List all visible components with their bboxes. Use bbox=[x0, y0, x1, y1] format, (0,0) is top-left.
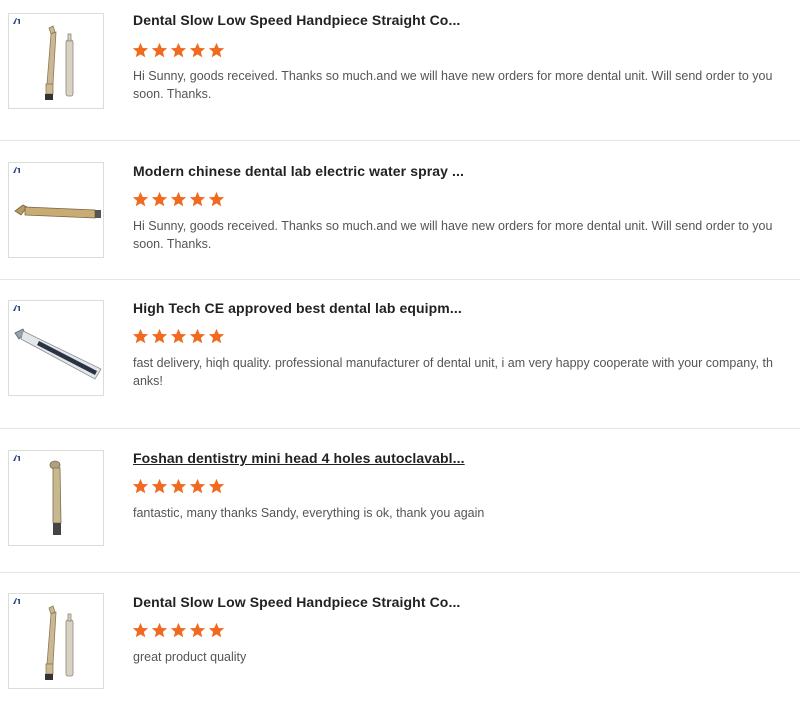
product-title-link[interactable]: Dental Slow Low Speed Handpiece Straight… bbox=[133, 594, 460, 610]
product-image[interactable] bbox=[8, 300, 104, 396]
review-item: High Tech CE approved best dental lab eq… bbox=[0, 280, 800, 428]
product-image[interactable] bbox=[8, 162, 104, 258]
star-icon bbox=[170, 622, 187, 638]
star-icon bbox=[132, 622, 149, 638]
review-item: Foshan dentistry mini head 4 holes autoc… bbox=[0, 429, 800, 572]
review-comment: Hi Sunny, goods received. Thanks so much… bbox=[133, 69, 773, 101]
slow-speed-handpiece-set-image bbox=[45, 605, 74, 680]
star-icon bbox=[132, 191, 149, 207]
star-icon bbox=[132, 328, 149, 344]
star-rating bbox=[132, 478, 225, 495]
star-rating bbox=[132, 42, 225, 59]
product-image[interactable] bbox=[8, 593, 104, 689]
product-image[interactable] bbox=[8, 450, 104, 546]
review-comment: Hi Sunny, goods received. Thanks so much… bbox=[133, 219, 773, 251]
star-icon bbox=[170, 328, 187, 344]
star-icon bbox=[189, 191, 206, 207]
slow-speed-handpiece-set-image bbox=[45, 25, 74, 100]
star-icon bbox=[151, 478, 168, 494]
product-title-link[interactable]: Dental Slow Low Speed Handpiece Straight… bbox=[133, 12, 460, 28]
star-icon bbox=[189, 42, 206, 58]
review-item: Modern chinese dental lab electric water… bbox=[0, 141, 800, 279]
star-rating bbox=[132, 622, 225, 639]
star-icon bbox=[151, 328, 168, 344]
mini-head-handpiece-image bbox=[49, 460, 62, 535]
review-comment: great product quality bbox=[133, 650, 247, 664]
review-item: Dental Slow Low Speed Handpiece Straight… bbox=[0, 573, 800, 705]
star-icon bbox=[170, 478, 187, 494]
star-icon bbox=[151, 191, 168, 207]
high-speed-handpiece-image bbox=[14, 204, 101, 219]
product-image[interactable] bbox=[8, 13, 104, 109]
review-list: Dental Slow Low Speed Handpiece Straight… bbox=[0, 0, 800, 705]
star-rating bbox=[132, 328, 225, 345]
product-title-link[interactable]: Foshan dentistry mini head 4 holes autoc… bbox=[133, 450, 465, 466]
star-icon bbox=[208, 191, 225, 207]
review-comment: fantastic, many thanks Sandy, everything… bbox=[133, 506, 485, 520]
star-icon bbox=[151, 622, 168, 638]
product-title-link[interactable]: High Tech CE approved best dental lab eq… bbox=[133, 300, 462, 316]
star-icon bbox=[151, 42, 168, 58]
star-icon bbox=[208, 328, 225, 344]
star-icon bbox=[208, 42, 225, 58]
star-icon bbox=[189, 478, 206, 494]
star-icon bbox=[189, 622, 206, 638]
contra-angle-handpiece-image bbox=[14, 328, 102, 380]
star-icon bbox=[189, 328, 206, 344]
star-icon bbox=[132, 478, 149, 494]
star-icon bbox=[170, 191, 187, 207]
star-icon bbox=[208, 478, 225, 494]
star-icon bbox=[208, 622, 225, 638]
review-item: Dental Slow Low Speed Handpiece Straight… bbox=[0, 0, 800, 140]
star-icon bbox=[170, 42, 187, 58]
review-comment: fast delivery, hiqh quality. professiona… bbox=[133, 356, 773, 388]
star-rating bbox=[132, 191, 225, 208]
product-title-link[interactable]: Modern chinese dental lab electric water… bbox=[133, 163, 464, 179]
star-icon bbox=[132, 42, 149, 58]
